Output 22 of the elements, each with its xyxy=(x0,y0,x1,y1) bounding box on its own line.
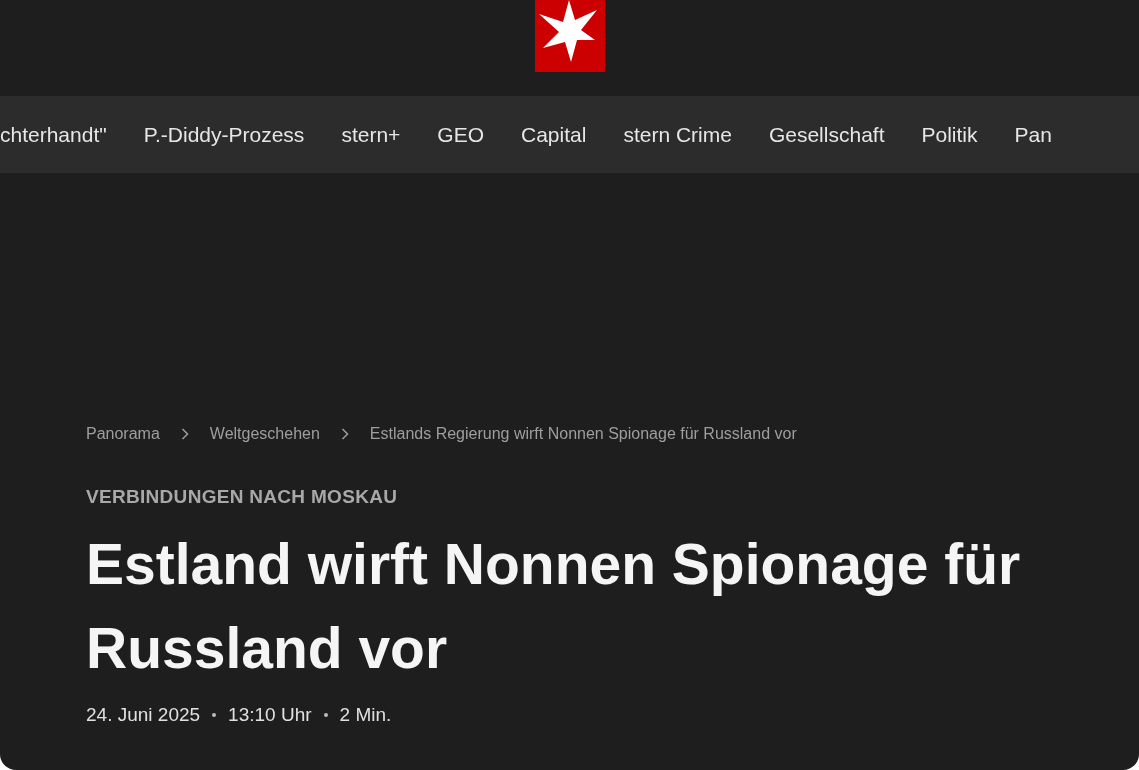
chevron-icon xyxy=(340,428,349,440)
nav-link[interactable]: GEO xyxy=(437,122,484,147)
separator-dot xyxy=(212,713,217,717)
chevron-icon xyxy=(180,428,189,440)
article-meta: 13:10 Uhr xyxy=(228,704,312,726)
nav-link[interactable]: Gesellschaft xyxy=(768,122,885,147)
nav-link[interactable]: Pan xyxy=(1014,122,1052,147)
nav-link[interactable]: Politik xyxy=(921,122,978,147)
nav-link[interactable]: Capital xyxy=(521,122,587,147)
breadcrumb-link[interactable]: Weltgeschehen xyxy=(209,425,320,443)
separator-dot xyxy=(323,713,328,717)
nav-link[interactable]: chterhandt" xyxy=(0,122,107,147)
breadcrumb-link[interactable]: Panorama xyxy=(86,425,160,443)
article-meta: 24. Juni 2025 xyxy=(86,704,201,726)
article-kicker: VERBINDUNGEN NACH MOSKAU xyxy=(86,486,399,508)
article-meta: 2 Min. xyxy=(339,704,392,726)
logo-icon[interactable] xyxy=(534,0,605,72)
nav-link[interactable]: stern+ xyxy=(341,122,401,147)
nav-link[interactable]: stern Crime xyxy=(623,122,732,147)
nav-link[interactable]: P.-Diddy-Prozess xyxy=(143,122,305,147)
breadcrumb-link[interactable]: Estlands Regierung wirft Nonnen Spionage für Russland vor xyxy=(369,425,797,443)
article-headline: Estland wirft Nonnen Spionage für Russland vor xyxy=(86,531,1022,682)
